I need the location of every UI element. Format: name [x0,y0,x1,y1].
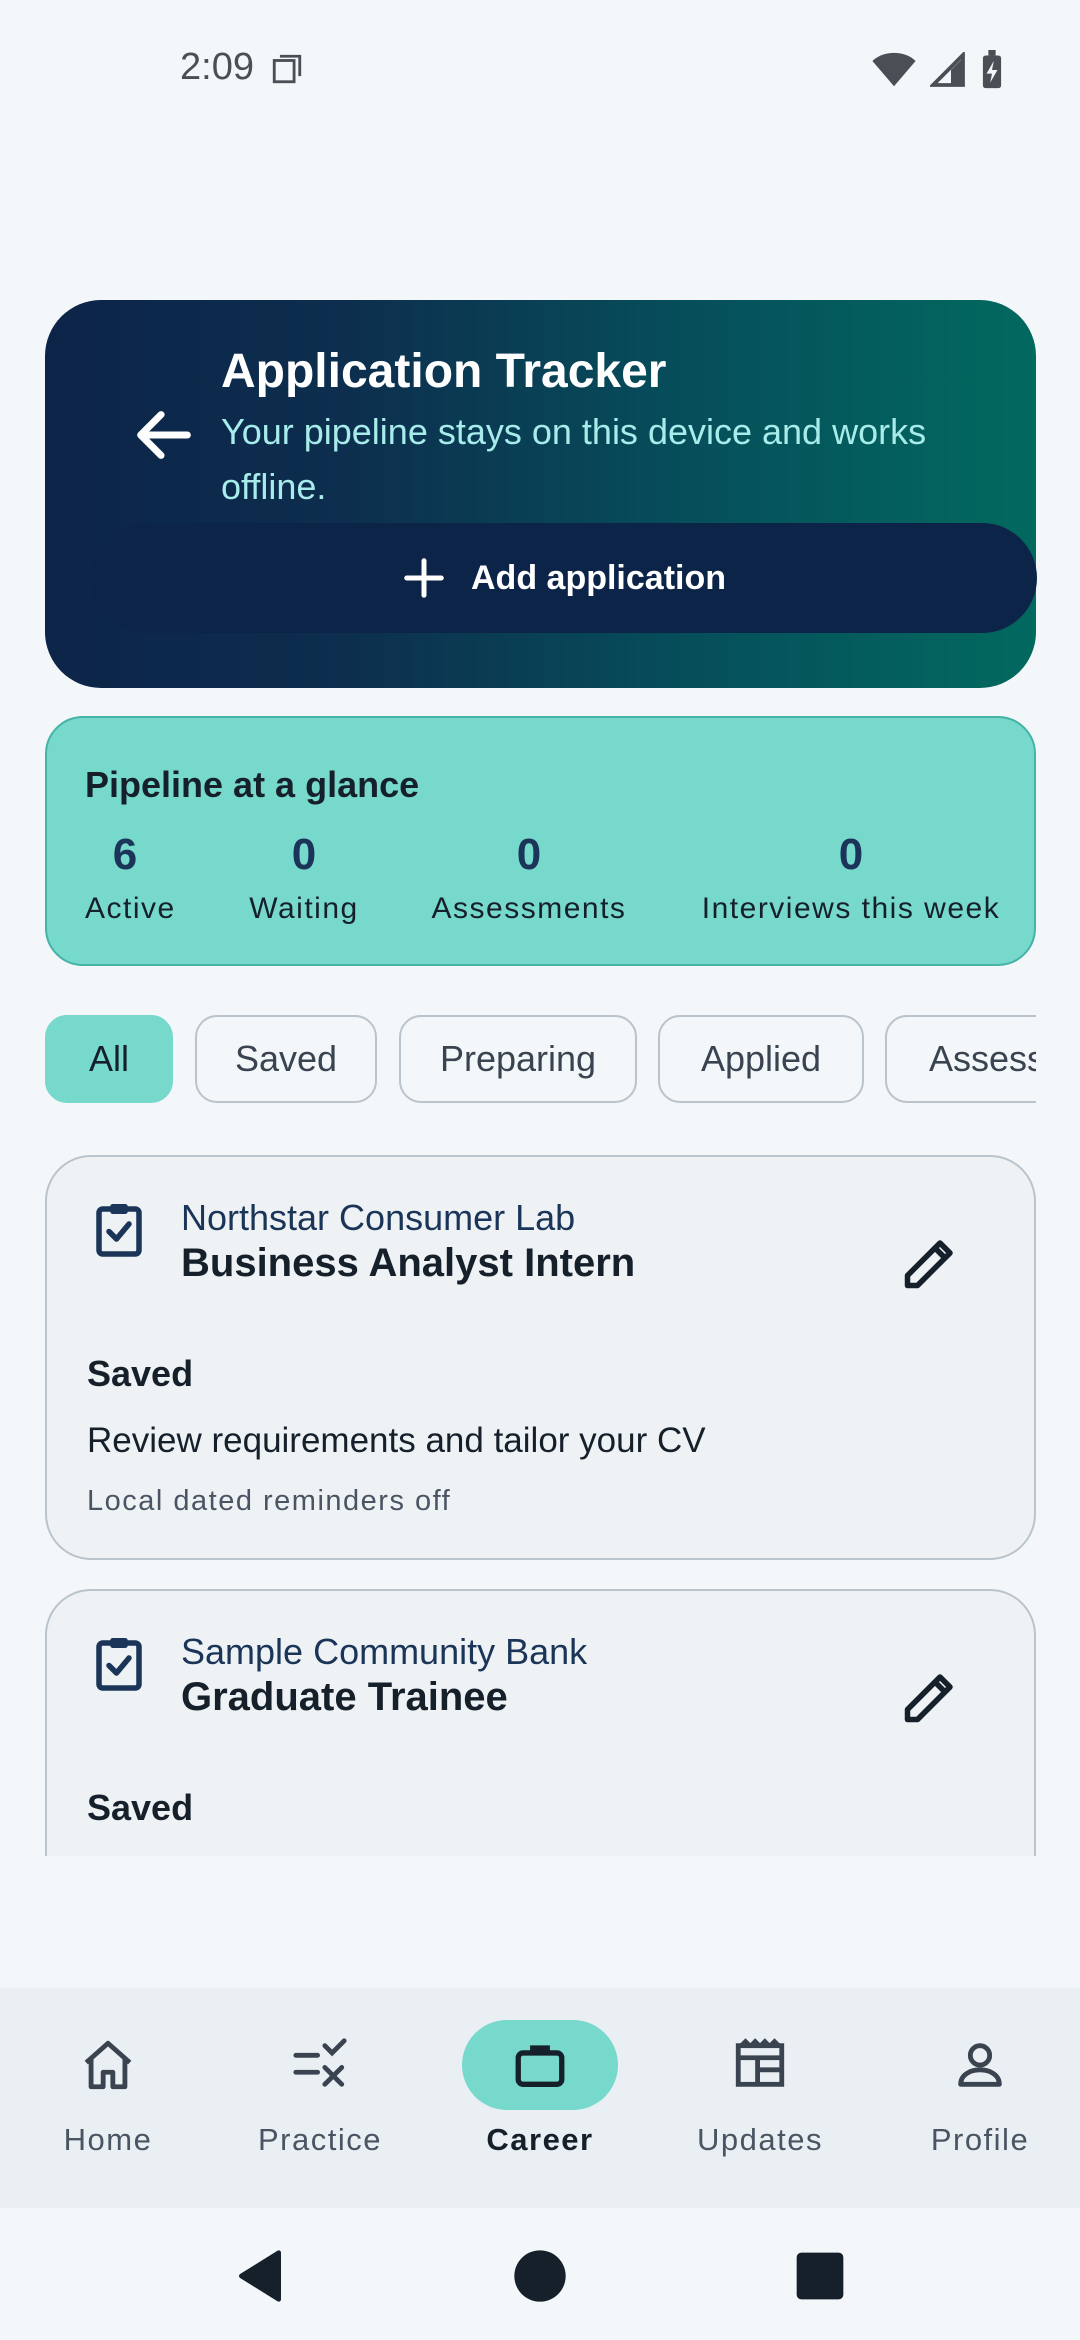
system-back-icon[interactable] [232,2248,288,2304]
reminder-status: Local dated reminders off [87,1485,452,1517]
stat-label: Interviews this week [701,892,1001,925]
filter-chip-all[interactable]: All [45,1015,173,1103]
bottom-navigation: Home Practice Career Updates Profile [0,1988,1080,2208]
stat-label: Active [85,892,176,925]
nav-icon-container [682,2020,838,2110]
clipboard-check-icon [96,1204,142,1257]
filter-chip-applied[interactable]: Applied [658,1015,864,1103]
system-navigation-bar [0,2208,1080,2340]
next-step-text: Review requirements and tailor your CV [87,1421,706,1460]
application-card[interactable]: Northstar Consumer Lab Business Analyst … [45,1155,1036,1560]
edit-pencil-icon[interactable] [900,1233,960,1293]
wifi-icon [872,52,916,87]
company-name: Northstar Consumer Lab [181,1197,576,1238]
person-icon [958,2043,1002,2087]
newspaper-icon [735,2038,785,2087]
back-arrow-icon[interactable] [129,400,199,470]
nav-icon-container [242,2020,398,2110]
nav-label: Career [486,2122,594,2157]
edit-pencil-icon[interactable] [900,1667,960,1727]
status-filter-chips: All Saved Preparing Applied Assess [45,1015,1036,1105]
stat-label: Waiting [249,892,359,925]
add-application-label: Add application [471,558,726,597]
applications-list[interactable]: Northstar Consumer Lab Business Analyst … [0,1150,1080,1856]
system-home-icon[interactable] [512,2248,568,2304]
company-name: Sample Community Bank [181,1631,588,1672]
stat-interviews: 0 Interviews this week [698,830,1004,926]
stat-assessments: 0 Assessments [430,830,628,926]
stat-value: 0 [516,830,542,879]
plus-icon [404,558,444,598]
page-title: Application Tracker [221,345,667,398]
nav-icon-container [462,2020,618,2110]
pipeline-summary-card: Pipeline at a glance 6 Active 0 Waiting … [45,716,1036,966]
stat-active: 6 Active [85,830,176,926]
nav-label: Profile [930,2122,1030,2157]
nav-icon-container [30,2020,186,2110]
filter-chip-preparing[interactable]: Preparing [399,1015,637,1103]
role-title: Graduate Trainee [181,1675,508,1719]
briefcase-icon [515,2045,565,2087]
add-application-button[interactable]: Add application [90,523,1037,633]
practice-icon [293,2038,347,2087]
role-title: Business Analyst Intern [181,1241,636,1285]
page-subtitle: Your pipeline stays on this device and w… [221,411,927,507]
nav-updates[interactable]: Updates [652,2020,868,2158]
stat-value: 0 [838,830,864,879]
pipeline-title: Pipeline at a glance [85,764,420,805]
stat-value: 6 [112,830,138,879]
battery-icon [982,50,1002,89]
application-status: Saved [87,1787,194,1828]
home-icon [84,2040,132,2090]
sim-card-icon [272,54,302,84]
signal-icon [930,52,965,87]
nav-career[interactable]: Career [432,2020,648,2158]
application-status: Saved [87,1353,194,1394]
filter-chip-saved[interactable]: Saved [195,1015,377,1103]
nav-label: Practice [258,2122,382,2157]
stat-waiting: 0 Waiting [247,830,361,926]
nav-home[interactable]: Home [0,2020,216,2158]
nav-label: Updates [697,2122,823,2157]
filter-chip-assessments[interactable]: Assess [885,1015,1036,1103]
stat-value: 0 [291,830,317,879]
application-card[interactable]: Sample Community Bank Graduate Trainee S… [45,1589,1036,1856]
status-bar: 2:09 [0,0,1080,140]
nav-icon-container [902,2020,1058,2110]
clipboard-check-icon [96,1638,142,1691]
nav-practice[interactable]: Practice [212,2020,428,2158]
system-recents-icon[interactable] [792,2248,848,2304]
nav-label: Home [63,2122,153,2157]
status-time: 2:09 [180,46,254,88]
tracker-header-card: Application Tracker Your pipeline stays … [45,300,1037,688]
status-icons [872,50,1004,90]
nav-profile[interactable]: Profile [872,2020,1080,2158]
stat-label: Assessments [431,892,627,925]
